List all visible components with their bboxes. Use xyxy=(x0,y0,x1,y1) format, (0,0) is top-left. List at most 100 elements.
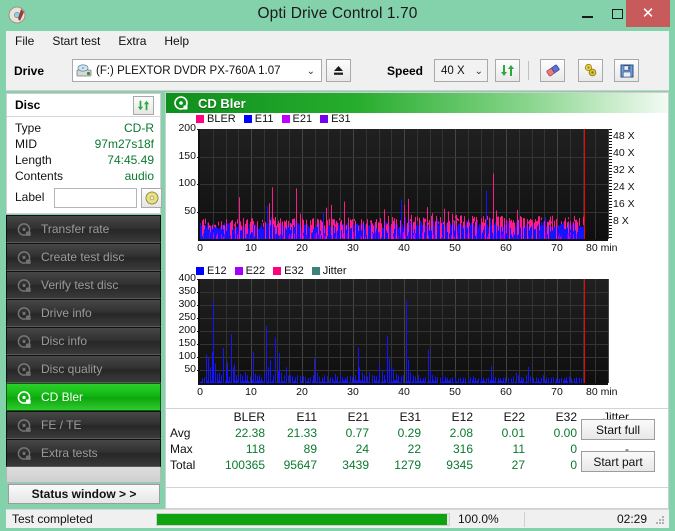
elapsed-time: 02:29 xyxy=(616,512,647,526)
right-axis-minor-tick xyxy=(609,210,612,211)
grid-line-vertical xyxy=(608,279,609,383)
nav-item-disc-info[interactable]: Disc info xyxy=(6,327,161,355)
table-body: Avg22.3821.330.770.292.080.010.00-Max118… xyxy=(166,425,634,473)
column-header-e32: E32 xyxy=(555,410,577,424)
cell-e12: 9345 xyxy=(446,458,473,472)
x-axis-tick: 70 xyxy=(551,386,563,398)
right-axis-minor-tick xyxy=(609,222,612,223)
right-axis-minor-tick xyxy=(609,150,612,151)
content-panel: CD Bler BLER E11 E21 E31 50 100 150 200 0 10 20 30… xyxy=(165,92,669,509)
right-axis-minor-tick xyxy=(609,144,612,145)
right-axis-minor-tick xyxy=(609,237,612,238)
y-axis-tick: 200 xyxy=(178,122,196,134)
disc-gear-icon xyxy=(17,446,31,460)
speed-select[interactable]: 40 X ⌄ xyxy=(434,59,488,82)
legend-label: E11 xyxy=(254,113,274,125)
cell-e31: 0.29 xyxy=(397,426,421,440)
drive-label: Drive xyxy=(14,64,45,78)
minimize-button[interactable] xyxy=(572,0,602,28)
eject-icon xyxy=(334,66,343,75)
legend-swatch xyxy=(273,267,282,275)
progress-percent: 100.0% xyxy=(458,512,499,526)
right-axis-minor-tick xyxy=(609,177,612,178)
bler-chart[interactable]: BLER E11 E21 E31 50 100 150 200 0 10 20 30 40 50 60 70… xyxy=(166,113,668,261)
nav-item-drive-info[interactable]: Drive info xyxy=(6,299,161,327)
y-axis-line xyxy=(198,129,200,241)
disc-key-length: Length xyxy=(15,153,52,167)
legend-label: Jitter xyxy=(322,265,347,277)
legend-label: E22 xyxy=(245,265,266,277)
x-axis-tick: 40 xyxy=(398,386,410,398)
menu-item-help[interactable]: Help xyxy=(155,32,198,50)
disc-refresh-button[interactable] xyxy=(133,96,154,115)
nav-item-cd-bler[interactable]: CD Bler xyxy=(6,383,161,411)
right-axis-minor-tick xyxy=(609,147,612,148)
disc-gear-icon xyxy=(17,250,31,264)
menu-item-start-test[interactable]: Start test xyxy=(43,32,109,50)
right-axis-tick: 40 X xyxy=(613,147,635,160)
stats-divider xyxy=(166,487,668,488)
disc-label-caption: Label xyxy=(15,190,45,204)
nav-item-label: Transfer rate xyxy=(41,222,110,236)
nav-item-extra-tests[interactable]: Extra tests xyxy=(6,439,161,467)
x-axis-tick: 30 xyxy=(347,242,359,254)
nav-item-fe-te[interactable]: FE / TE xyxy=(6,411,161,439)
disc-value-contents: audio xyxy=(124,169,154,183)
e12-chart[interactable]: E12 E22 E32 Jitter 50 100 150 200 250 300 350 400 0… xyxy=(166,265,668,405)
right-axis-minor-tick xyxy=(609,219,612,220)
x-axis-tick: 50 xyxy=(449,242,461,254)
column-header-e12: E12 xyxy=(451,410,473,424)
cell-bler: 100365 xyxy=(224,458,265,472)
disc-row-mid: MID 97m27s18f xyxy=(7,137,160,152)
nav-item-verify-test-disc[interactable]: Verify test disc xyxy=(6,271,161,299)
tools-button[interactable] xyxy=(578,59,603,82)
right-axis-minor-tick xyxy=(609,207,612,208)
right-axis-minor-tick xyxy=(609,171,612,172)
legend-swatch xyxy=(196,267,204,275)
right-axis-minor-tick xyxy=(609,132,612,133)
nav-item-create-test-disc[interactable]: Create test disc xyxy=(6,243,161,271)
x-axis-line xyxy=(200,239,608,241)
x-axis-tick: 60 xyxy=(500,242,512,254)
cell-e11: 95647 xyxy=(283,458,317,472)
content-header: CD Bler xyxy=(166,93,668,113)
drive-icon xyxy=(76,63,92,76)
disc-value-mid: 97m27s18f xyxy=(94,137,154,151)
right-axis-minor-tick xyxy=(609,168,612,169)
x-axis-tick: 50 xyxy=(449,386,461,398)
menu-item-extra[interactable]: Extra xyxy=(109,32,155,50)
x-axis-tick: 0 xyxy=(197,386,203,398)
cell-e21: 0.77 xyxy=(345,426,369,440)
x-axis-tick: 40 xyxy=(398,242,410,254)
status-window-button[interactable]: Status window > > xyxy=(8,484,160,504)
disc-label-input[interactable] xyxy=(54,188,137,208)
nav-item-transfer-rate[interactable]: Transfer rate xyxy=(6,215,161,243)
chevron-down-icon: ⌄ xyxy=(306,66,315,77)
x-axis-line xyxy=(200,383,608,385)
toolbar-separator xyxy=(528,61,529,80)
speed-label: Speed xyxy=(387,64,424,78)
series-layer xyxy=(200,173,585,239)
legend-swatch xyxy=(320,115,329,123)
right-axis-minor-tick xyxy=(609,195,612,196)
right-axis-minor-tick xyxy=(609,198,612,199)
cell-e11: 21.33 xyxy=(286,426,317,440)
nav-item-label: Verify test disc xyxy=(41,278,119,292)
right-axis-minor-tick xyxy=(609,189,612,190)
read-disc-label-button[interactable] xyxy=(141,188,162,208)
right-axis-minor-tick xyxy=(609,228,612,229)
refresh-button[interactable] xyxy=(495,59,520,82)
nav-item-disc-quality[interactable]: Disc quality xyxy=(6,355,161,383)
close-button[interactable]: ✕ xyxy=(626,0,670,27)
start-part-button[interactable]: Start part xyxy=(581,451,655,472)
disc-gear-icon xyxy=(17,222,31,236)
menu-item-file[interactable]: File xyxy=(6,32,43,50)
erase-disc-button[interactable] xyxy=(540,59,565,82)
start-full-button[interactable]: Start full xyxy=(581,419,655,440)
resize-grip-icon[interactable] xyxy=(655,515,665,525)
legend-label: E32 xyxy=(284,265,304,277)
drive-select[interactable]: (F:) PLEXTOR DVDR PX-760A 1.07 ⌄ xyxy=(72,59,322,82)
eject-button[interactable] xyxy=(326,59,351,82)
right-axis-minor-tick xyxy=(609,180,612,181)
save-button[interactable] xyxy=(614,59,639,82)
